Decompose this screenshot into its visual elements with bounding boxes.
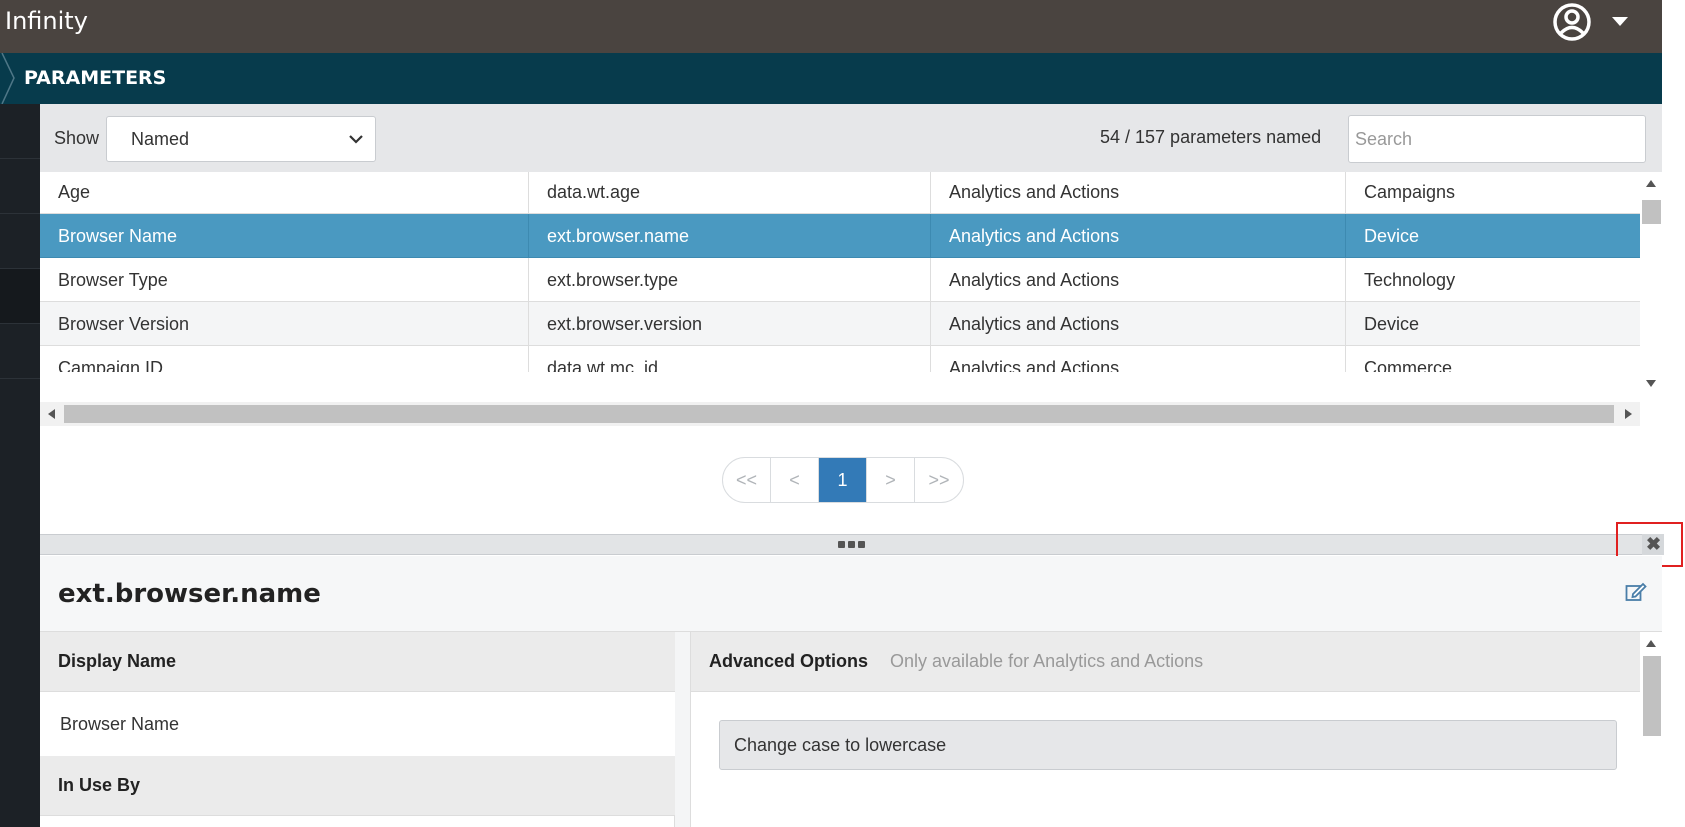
table-row-selected[interactable]: Browser Name ext.browser.name Analytics … <box>40 214 1640 258</box>
table-row[interactable]: Browser Version ext.browser.version Anal… <box>40 302 1640 346</box>
cell-name: Age <box>40 172 529 214</box>
cell-category: Campaigns <box>1364 182 1456 202</box>
show-label: Show <box>54 128 100 148</box>
cell-key: ext.browser.version <box>529 302 931 346</box>
detail-left-panel: Display Name Browser Name In Use By <box>40 632 675 827</box>
detail-title: ext.browser.name <box>58 579 321 609</box>
app-title: Infinity <box>5 7 88 35</box>
cell-name: Campaign ID <box>40 346 529 372</box>
cell-key: ext.browser.name <box>529 214 931 258</box>
cell-name: Browser Version <box>40 302 529 346</box>
sidebar-item-1[interactable] <box>0 104 40 159</box>
search-input[interactable] <box>1348 115 1646 163</box>
left-sidebar <box>0 104 40 827</box>
sidebar-item-4[interactable] <box>0 269 40 324</box>
advanced-options-panel: Advanced Options Only available for Anal… <box>690 632 1641 827</box>
page-title: PARAMETERS <box>24 67 167 89</box>
display-name-header: Display Name <box>40 632 675 692</box>
pagination: << < 1 > >> <box>722 457 964 503</box>
show-filter-value: Named <box>131 129 190 149</box>
top-bar: Infinity <box>0 0 1662 53</box>
parameter-count: 54 / 157 parameters named <box>1100 127 1322 147</box>
cell-category: Commerce <box>1364 358 1453 372</box>
advanced-options-header: Advanced Options Only available for Anal… <box>691 632 1641 692</box>
cell-key: data.wt.mc_id <box>529 346 931 372</box>
edit-icon <box>1625 582 1647 601</box>
lowercase-option-label: Change case to lowercase <box>734 735 947 755</box>
panel-resize-handle[interactable] <box>40 534 1662 555</box>
scrollbar-thumb[interactable] <box>1643 656 1661 736</box>
edit-button[interactable] <box>1625 582 1647 607</box>
page-button-current[interactable]: 1 <box>819 458 867 502</box>
table-horizontal-scrollbar[interactable] <box>40 402 1640 426</box>
chevron-down-icon <box>349 135 363 144</box>
chevron-down-icon <box>1612 17 1628 26</box>
display-name-value: Browser Name <box>60 714 180 734</box>
sidebar-item-5[interactable] <box>0 324 40 379</box>
lowercase-option[interactable]: Change case to lowercase <box>719 720 1617 770</box>
cell-key: data.wt.age <box>529 172 931 214</box>
cell-category: Device <box>1364 314 1420 334</box>
advanced-options-subtitle: Only available for Analytics and Actions <box>890 651 1204 671</box>
last-page-button[interactable]: >> <box>915 458 963 502</box>
filter-bar: Show Named 54 / 157 parameters named <box>40 104 1662 172</box>
first-page-button[interactable]: << <box>723 458 771 502</box>
advanced-options-title: Advanced Options <box>709 651 869 671</box>
scrollbar-thumb[interactable] <box>64 405 1614 423</box>
table-row[interactable]: Age data.wt.age Analytics and Actions Ca… <box>40 172 1640 214</box>
cell-product: Analytics and Actions <box>931 214 1346 258</box>
sidebar-item-2[interactable] <box>0 159 40 214</box>
scroll-down-arrow-icon[interactable] <box>1646 380 1656 387</box>
user-circle-icon <box>1553 3 1591 41</box>
table-vertical-scrollbar[interactable] <box>1640 172 1662 397</box>
cell-product: Analytics and Actions <box>931 172 1346 214</box>
show-filter-select[interactable]: Named <box>106 116 376 162</box>
scroll-left-arrow-icon[interactable] <box>48 409 55 419</box>
scroll-up-arrow-icon[interactable] <box>1646 640 1656 647</box>
detail-header: ext.browser.name <box>40 556 1662 632</box>
scroll-right-arrow-icon[interactable] <box>1625 409 1632 419</box>
table-row[interactable]: Campaign ID data.wt.mc_id Analytics and … <box>40 346 1640 372</box>
cell-key: ext.browser.type <box>529 258 931 302</box>
cell-name: Browser Name <box>40 214 529 258</box>
display-name-value-row: Browser Name <box>40 692 675 756</box>
cell-category: Technology <box>1364 270 1456 290</box>
in-use-by-header: In Use By <box>40 756 675 816</box>
table-row[interactable]: Browser Type ext.browser.type Analytics … <box>40 258 1640 302</box>
detail-vertical-scrollbar[interactable] <box>1640 632 1662 827</box>
next-page-button[interactable]: > <box>867 458 915 502</box>
panel-divider <box>675 632 690 827</box>
cell-name: Browser Type <box>40 258 529 302</box>
in-use-by-label: In Use By <box>58 775 141 795</box>
grip-icon <box>838 541 865 548</box>
breadcrumb-chevron-icon <box>1 53 15 104</box>
prev-page-button[interactable]: < <box>771 458 819 502</box>
parameters-table: Age data.wt.age Analytics and Actions Ca… <box>40 172 1662 372</box>
cell-product: Analytics and Actions <box>931 346 1346 372</box>
cell-product: Analytics and Actions <box>931 302 1346 346</box>
close-icon: ✖ <box>1646 534 1662 554</box>
breadcrumb: PARAMETERS <box>0 53 1662 104</box>
scrollbar-thumb[interactable] <box>1642 200 1661 224</box>
display-name-label: Display Name <box>58 651 177 671</box>
cell-category: Device <box>1364 226 1420 246</box>
cell-product: Analytics and Actions <box>931 258 1346 302</box>
close-panel-button[interactable]: ✖ <box>1642 534 1664 555</box>
user-menu-button[interactable] <box>1546 0 1628 53</box>
scroll-up-arrow-icon[interactable] <box>1646 180 1656 187</box>
sidebar-item-3[interactable] <box>0 214 40 269</box>
